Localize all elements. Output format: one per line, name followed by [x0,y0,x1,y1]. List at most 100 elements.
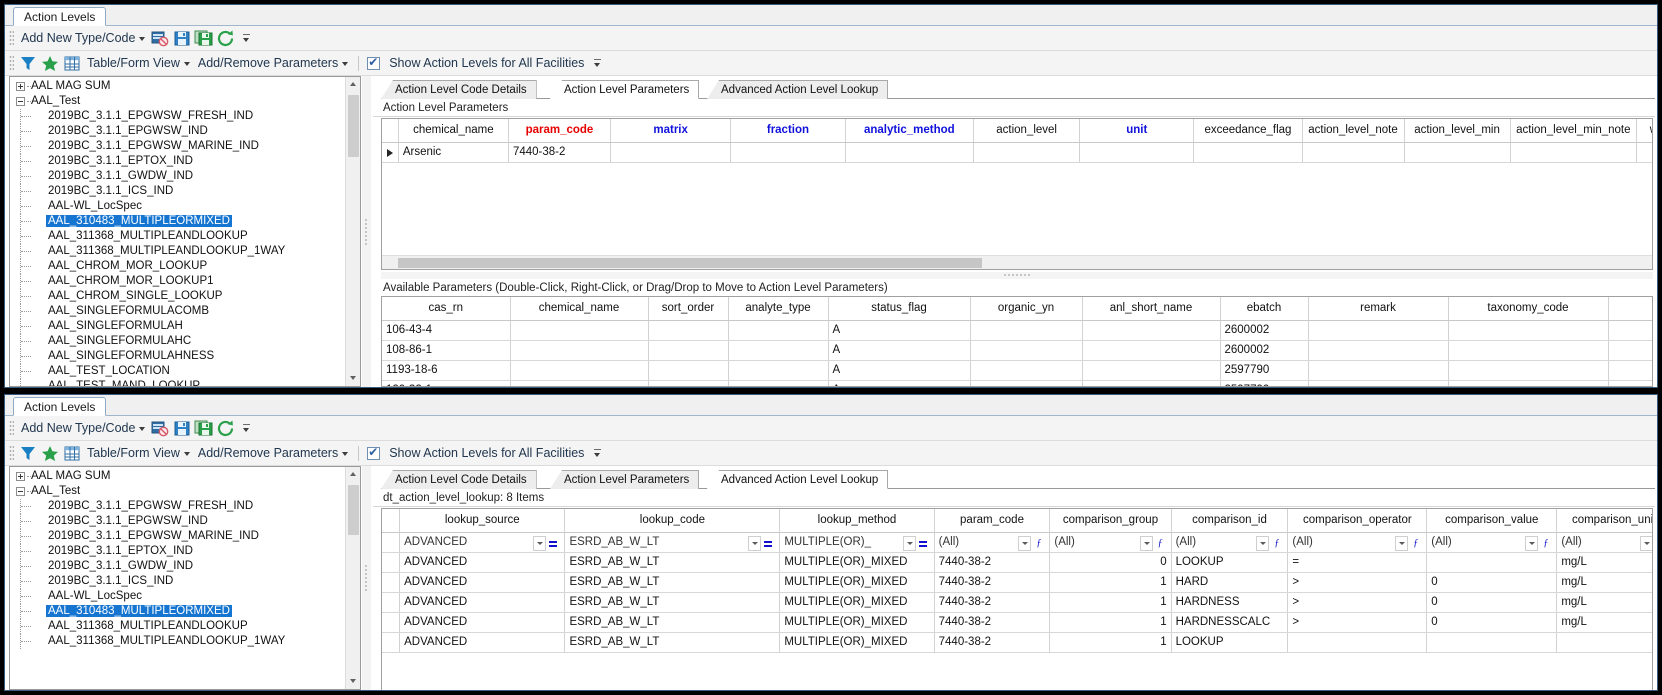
table-cell[interactable] [1287,632,1428,653]
table-cell[interactable] [728,320,829,341]
table-cell[interactable]: ADVANCED [399,552,566,573]
column-header[interactable]: sort_order [648,297,729,321]
tree-node[interactable]: AAL_SINGLEFORMULAH [10,319,344,334]
tree-vertical-scrollbar[interactable] [345,467,360,689]
table-cell[interactable]: 0 [1049,552,1172,573]
refresh-icon[interactable] [216,29,236,48]
table-cell[interactable] [1636,142,1652,163]
tree-node[interactable]: 2019BC_3.1.1_EPGWSW_FRESH_IND [10,109,344,124]
table-cell[interactable] [1448,380,1609,386]
table-cell[interactable]: MULTIPLE(OR)_MIXED [779,592,935,613]
table-cell[interactable]: MULTIPLE(OR)_MIXED [779,612,935,633]
available-parameters-grid[interactable]: cas_rn chemical_name sort_order analyte_typ… [381,296,1653,387]
tree-node[interactable]: AAL-WL_LocSpec [10,199,344,214]
table-cell[interactable] [1556,632,1652,653]
chevron-down-icon[interactable] [1256,535,1270,551]
column-header[interactable]: exceedance_flag [1193,119,1303,143]
table-cell[interactable]: 1 [1049,592,1172,613]
tree-node[interactable]: 2019BC_3.1.1_ICS_IND [10,574,344,589]
table-cell[interactable]: = [1287,552,1428,573]
grid-icon[interactable] [62,444,82,463]
save-all-icon[interactable] [194,419,214,438]
table-cell[interactable]: HARDNESSCALC [1171,612,1289,633]
table-cell[interactable] [1079,142,1195,163]
table-cell[interactable]: 2597790 [1220,380,1309,386]
filter-icon[interactable] [18,444,38,463]
filter-cell[interactable]: (All) ƒ [1426,532,1558,553]
column-header[interactable]: fraction [730,119,846,143]
filter-icon[interactable] [18,54,38,73]
add-remove-parameters-button[interactable]: Add/Remove Parameters [194,445,352,461]
table-cell[interactable]: Arsenic [398,142,509,163]
column-header[interactable]: lookup_source [399,509,566,533]
tree-node[interactable]: 2019BC_3.1.1_EPGWSW_MARINE_IND [10,139,344,154]
table-cell[interactable] [970,340,1083,361]
toolbar-grip[interactable] [9,29,14,47]
column-header[interactable]: comparison_group [1049,509,1172,533]
tab-action-level-code-details[interactable]: Action Level Code Details [381,470,537,489]
remove-record-icon[interactable] [150,419,170,438]
horizontal-splitter-top[interactable] [362,76,371,387]
table-cell[interactable]: 106-43-4 [382,320,511,341]
column-header[interactable]: lookup_code [564,509,781,533]
scroll-down-icon[interactable] [346,371,360,386]
table-cell[interactable] [1608,320,1652,341]
table-cell[interactable]: > [1287,572,1428,593]
column-header[interactable]: action_level_min [1404,119,1511,143]
table-cell[interactable] [1193,142,1303,163]
column-header[interactable]: comparison_value [1426,509,1558,533]
column-header[interactable]: param_code [934,509,1051,533]
table-cell[interactable]: ESRD_AB_W_LT [564,592,781,613]
table-cell[interactable]: ADVANCED [399,592,566,613]
table-cell[interactable]: 7440-38-2 [934,632,1051,653]
collapse-icon[interactable] [16,97,25,106]
tree-node[interactable]: 2019BC_3.1.1_ICS_IND [10,184,344,199]
table-cell[interactable] [728,340,829,361]
table-cell[interactable] [1302,142,1405,163]
tree-node[interactable]: AAL_CHROM_MOR_LOOKUP [10,259,344,274]
table-cell[interactable]: 2597790 [1220,360,1309,381]
table-cell[interactable]: 7440-38-2 [508,142,611,163]
table-cell[interactable] [1308,340,1449,361]
table-cell[interactable] [510,360,649,381]
filter-cell[interactable]: (All) ƒ [1171,532,1289,553]
table-row[interactable]: Arsenic 7440-38-2 [382,142,1652,163]
tree-node[interactable]: 2019BC_3.1.1_EPGWSW_IND [10,514,344,529]
table-cell[interactable]: mg/L [1556,552,1652,573]
tree-node[interactable]: AAL-WL_LocSpec [10,589,344,604]
pin-star-icon[interactable] [40,444,60,463]
table-cell[interactable]: mg/L [1556,612,1652,633]
tree-node[interactable]: AAL_TEST_MAND_LOOKUP [10,379,344,386]
filter-equals-icon[interactable] [916,536,931,551]
row-header[interactable] [382,612,401,633]
tree-node[interactable]: AAL_311368_MULTIPLEANDLOOKUP_1WAY [10,634,344,649]
table-cell[interactable]: 0 [1426,572,1558,593]
table-cell[interactable] [648,320,729,341]
advanced-action-level-lookup-grid[interactable]: lookup_source lookup_code lookup_method par… [381,508,1653,690]
column-header[interactable]: organic_yn [970,297,1083,321]
table-cell[interactable] [1082,340,1221,361]
table-cell[interactable] [1448,360,1609,381]
scroll-up-icon[interactable] [346,77,360,92]
table-cell[interactable] [1404,142,1511,163]
chevron-down-icon[interactable] [1018,535,1032,551]
table-cell[interactable]: 7440-38-2 [934,552,1051,573]
toolbar-overflow-icon[interactable] [242,420,251,436]
table-cell[interactable]: 120-32-1 [382,380,511,386]
table-row[interactable]: 1193-18-6 A 2597790 [382,360,1652,381]
table-cell[interactable]: 1193-18-6 [382,360,511,381]
column-header[interactable]: action_level [973,119,1081,143]
table-cell[interactable]: 1 [1049,612,1172,633]
table-row[interactable]: ADVANCED ESRD_AB_W_LT MULTIPLE(OR)_MIXED 74… [382,632,1652,653]
column-header[interactable]: action_level_note [1302,119,1405,143]
toolbar-grip-2[interactable] [9,444,14,462]
table-cell[interactable]: 108-86-1 [382,340,511,361]
table-cell[interactable]: A [828,380,971,386]
tree-node[interactable]: AAL_311368_MULTIPLEANDLOOKUP_1WAY [10,244,344,259]
refresh-icon[interactable] [216,419,236,438]
column-header[interactable]: ebatch [1220,297,1309,321]
action-level-parameters-grid[interactable]: chemical_name param_code matrix fraction ana… [381,118,1653,270]
scroll-down-icon[interactable] [346,674,360,689]
table-cell[interactable] [510,380,649,386]
action-level-tree-bottom[interactable]: AAL MAG SUM AAL_Test 2019BC_3.1.1_EPGWSW_F… [9,466,361,690]
